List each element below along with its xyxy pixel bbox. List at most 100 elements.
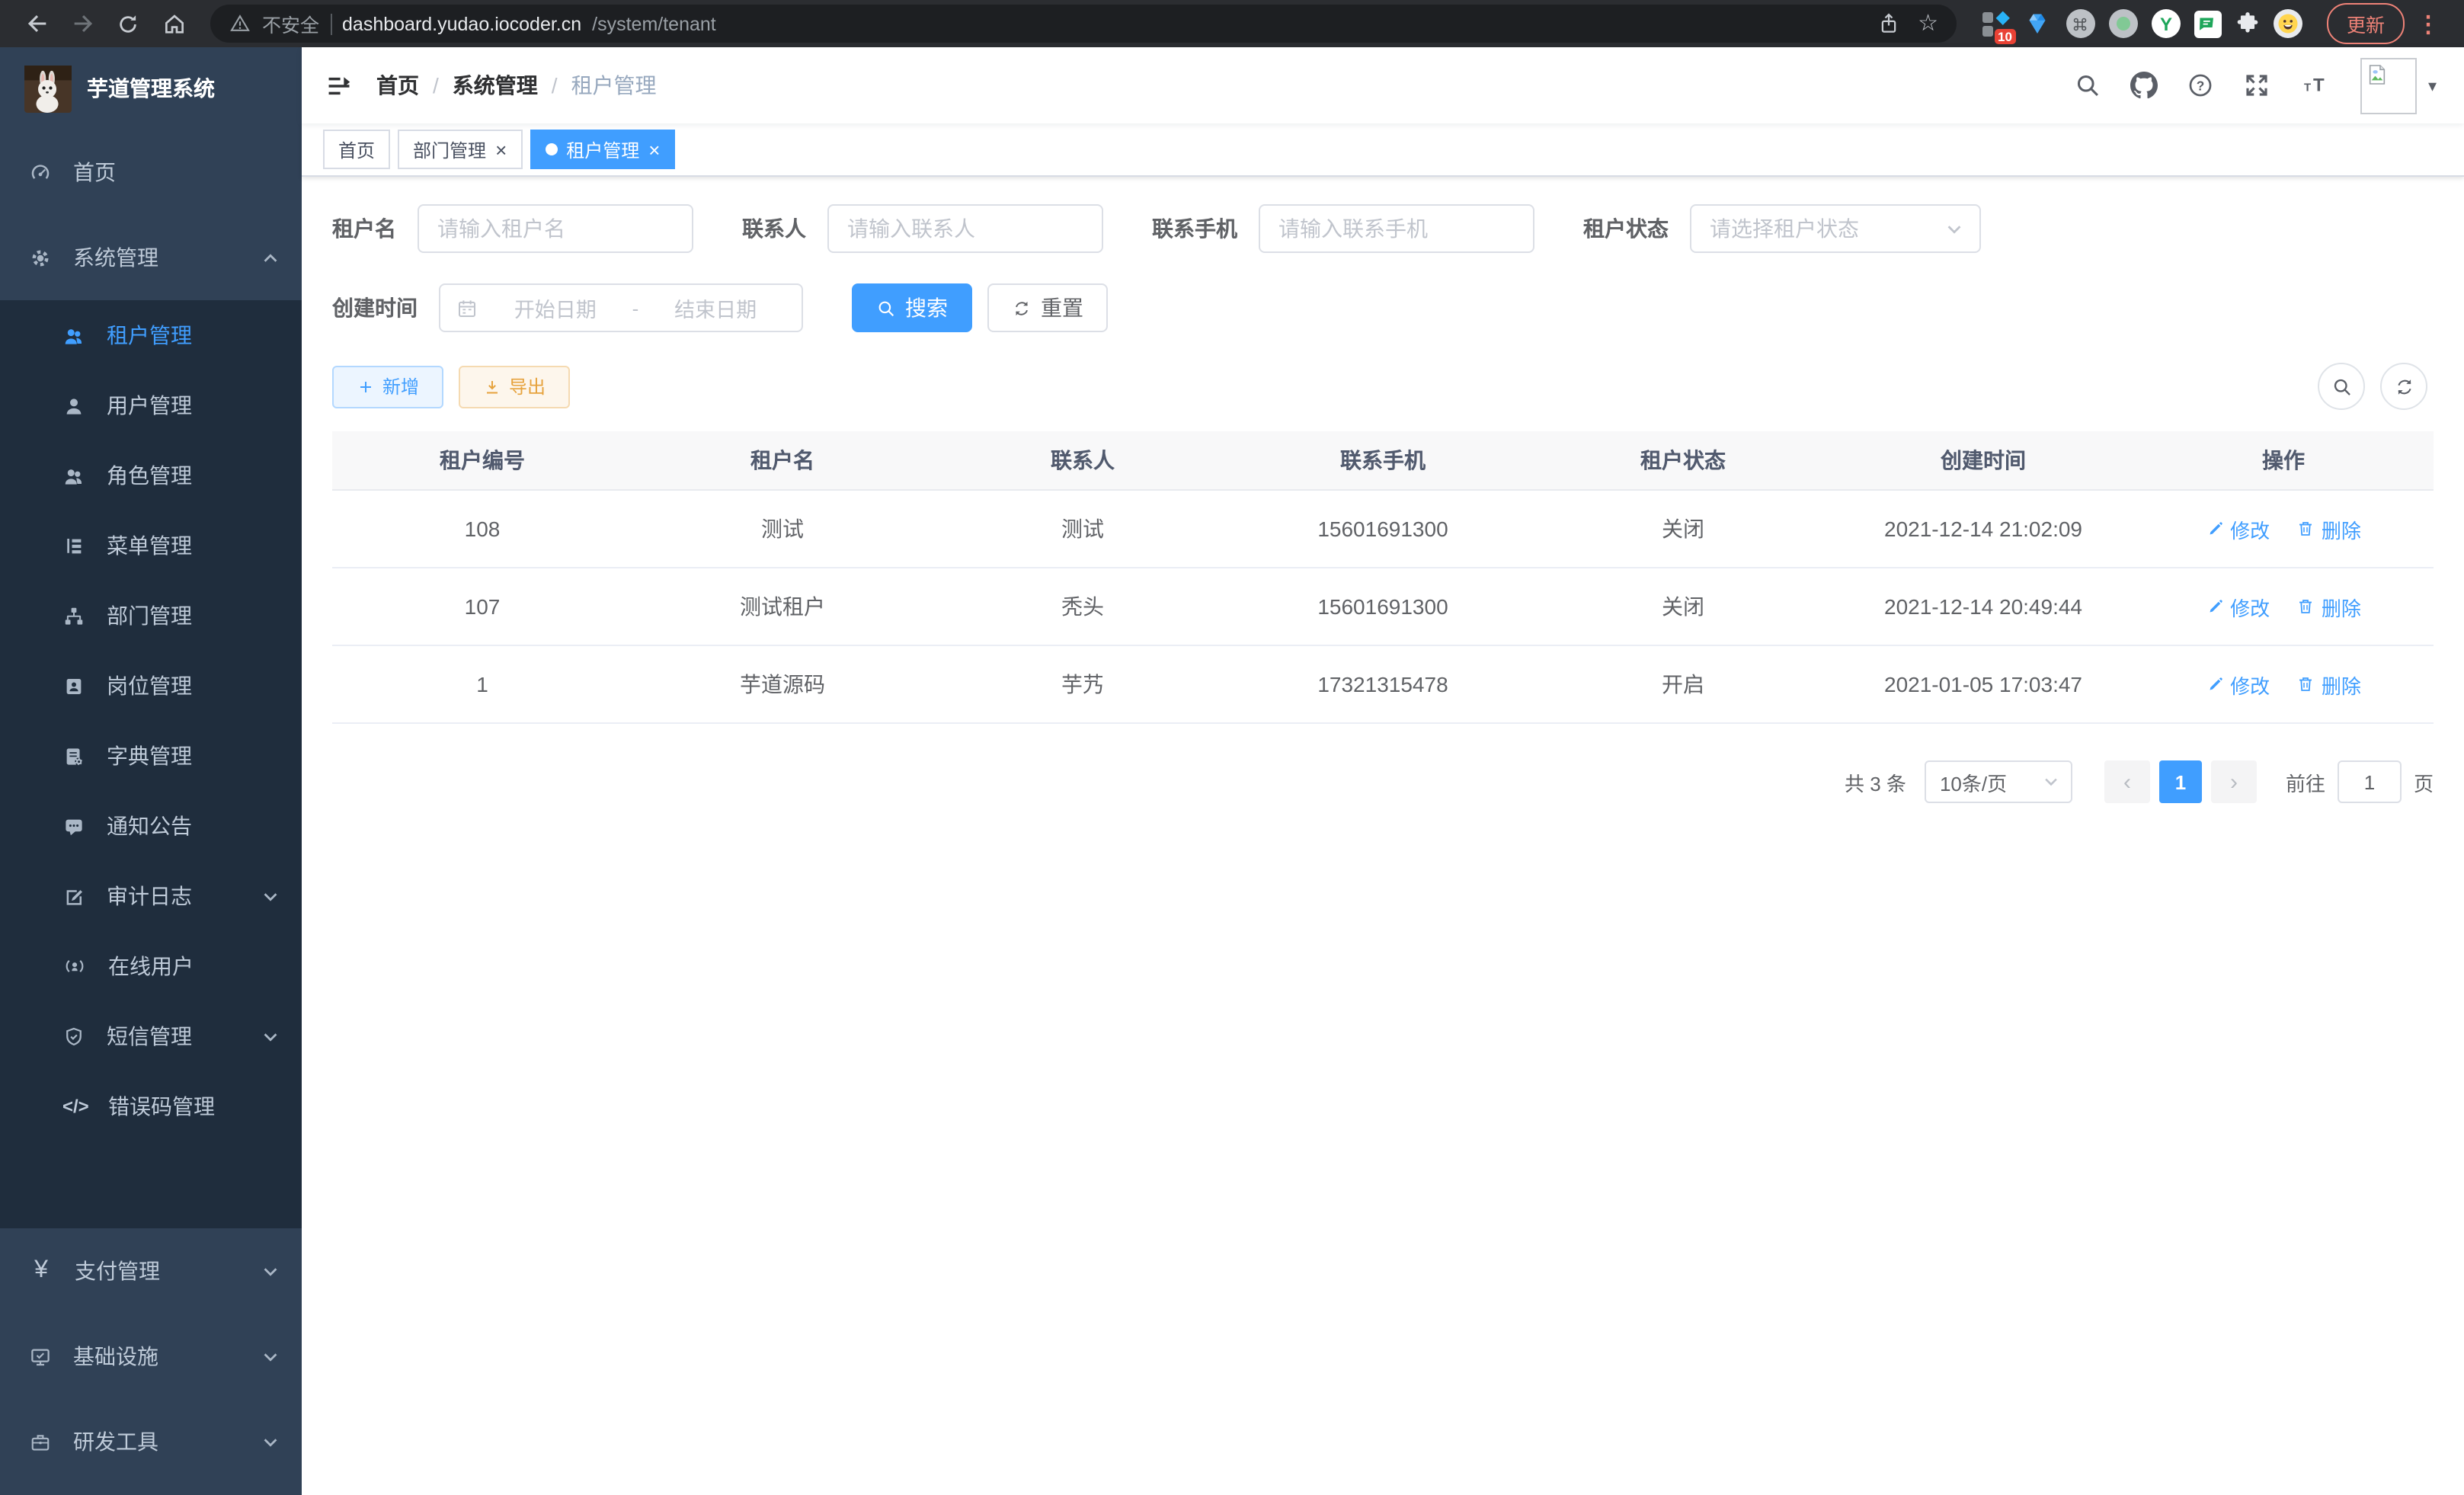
status-select[interactable]: 请选择租户状态 xyxy=(1690,204,1981,253)
sidebar-item-home[interactable]: 首页 xyxy=(0,130,302,215)
sidebar-item-label: 岗位管理 xyxy=(107,671,192,701)
page-content: 租户名 联系人 联系手机 租户状态 请选择租户状态 xyxy=(302,177,2464,1495)
page-size-select[interactable]: 10条/页 xyxy=(1925,760,2072,803)
sidebar-collapse-icon[interactable] xyxy=(302,47,376,123)
sidebar-item-menu[interactable]: 菜单管理 xyxy=(0,511,302,581)
extensions-area: ◆ 10 Y xyxy=(1972,9,2312,38)
extension-chat-icon[interactable] xyxy=(2194,10,2222,37)
share-icon[interactable] xyxy=(1877,12,1899,35)
header-search-icon[interactable] xyxy=(2075,72,2102,99)
cell-tenant-id: 107 xyxy=(332,568,632,645)
github-icon[interactable] xyxy=(2131,72,2158,99)
extension-command-icon[interactable] xyxy=(2066,9,2095,38)
extension-recorder-icon[interactable] xyxy=(2109,9,2138,38)
toggle-search-button[interactable] xyxy=(2318,363,2365,410)
sidebar-item-dev-tools[interactable]: 研发工具 xyxy=(0,1399,302,1484)
tenant-name-input[interactable] xyxy=(418,204,693,253)
tab-label: 部门管理 xyxy=(413,136,486,162)
extension-y-icon[interactable]: Y xyxy=(2152,9,2181,38)
sidebar-item-system[interactable]: 系统管理 xyxy=(0,215,302,300)
browser-home-button[interactable] xyxy=(152,4,195,43)
delete-link[interactable]: 删除 xyxy=(2297,670,2361,699)
calendar-icon xyxy=(456,296,478,319)
omnibox-divider xyxy=(330,13,331,34)
cell-operations: 修改 删除 xyxy=(2133,568,2434,645)
extension-tabs-icon[interactable]: ◆ 10 xyxy=(1981,9,2010,38)
sidebar-item-infra[interactable]: 基础设施 xyxy=(0,1314,302,1399)
chevron-down-icon xyxy=(261,886,280,906)
close-icon[interactable]: × xyxy=(648,139,660,159)
page-number-1[interactable]: 1 xyxy=(2159,760,2202,803)
security-label[interactable]: 不安全 xyxy=(262,9,319,38)
sidebar-item-sms[interactable]: 短信管理 xyxy=(0,1001,302,1071)
sidebar-item-online-users[interactable]: 在线用户 xyxy=(0,931,302,1001)
sidebar-item-tenant[interactable]: 租户管理 xyxy=(0,300,302,370)
sidebar-item-audit-log[interactable]: 审计日志 xyxy=(0,861,302,931)
sidebar-item-error-code[interactable]: </> 错误码管理 xyxy=(0,1071,302,1141)
start-date-placeholder: 开始日期 xyxy=(485,293,626,323)
address-bar[interactable]: 不安全 dashboard.yudao.iocoder.cn /system/t… xyxy=(210,5,1957,43)
export-button[interactable]: 导出 xyxy=(459,365,570,408)
user-avatar-dropdown[interactable]: ▾ xyxy=(2361,57,2437,114)
sidebar-item-label: 部门管理 xyxy=(107,600,192,631)
sidebar-item-user[interactable]: 用户管理 xyxy=(0,370,302,440)
sidebar-item-payment[interactable]: ¥ 支付管理 xyxy=(0,1228,302,1314)
tab-tenant[interactable]: 租户管理 × xyxy=(530,130,675,169)
range-separator: - xyxy=(632,296,639,319)
tab-dept[interactable]: 部门管理 × xyxy=(398,130,522,169)
browser-reload-button[interactable] xyxy=(107,4,149,43)
delete-link[interactable]: 删除 xyxy=(2297,514,2361,543)
reset-button[interactable]: 重置 xyxy=(987,283,1108,332)
date-range-picker[interactable]: 开始日期 - 结束日期 xyxy=(439,283,803,332)
sidebar-item-dept[interactable]: 部门管理 xyxy=(0,581,302,651)
add-button[interactable]: 新增 xyxy=(332,365,443,408)
sidebar-item-role[interactable]: 角色管理 xyxy=(0,440,302,511)
app-logo[interactable]: 芋道管理系统 xyxy=(0,47,302,130)
close-icon[interactable]: × xyxy=(495,139,507,159)
phone-input[interactable] xyxy=(1259,204,1534,253)
delete-link[interactable]: 删除 xyxy=(2297,592,2361,621)
sidebar-item-post[interactable]: 岗位管理 xyxy=(0,651,302,721)
help-icon[interactable] xyxy=(2187,72,2215,99)
diamond-icon: ◆ xyxy=(1996,8,2010,26)
tab-home[interactable]: 首页 xyxy=(323,130,390,169)
end-date-placeholder: 结束日期 xyxy=(645,293,786,323)
sidebar-item-notice[interactable]: 通知公告 xyxy=(0,791,302,861)
edit-link[interactable]: 修改 xyxy=(2206,592,2270,621)
avatar-broken-image[interactable] xyxy=(2361,57,2418,114)
browser-menu-icon[interactable]: ⋮ xyxy=(2408,10,2449,37)
app-title: 芋道管理系统 xyxy=(87,73,215,104)
search-button[interactable]: 搜索 xyxy=(852,283,972,332)
breadcrumb-system[interactable]: 系统管理 xyxy=(453,70,538,101)
sidebar-item-label: 角色管理 xyxy=(107,460,192,491)
cell-status: 关闭 xyxy=(1533,568,1833,645)
prev-page-button[interactable]: ‹ xyxy=(2104,760,2150,803)
trash-icon xyxy=(2297,675,2315,693)
status-label: 租户状态 xyxy=(1583,213,1669,244)
sidebar-item-dict[interactable]: 字典管理 xyxy=(0,721,302,791)
profile-avatar[interactable] xyxy=(2274,9,2302,38)
column-header: 联系手机 xyxy=(1233,431,1533,490)
goto-page-input[interactable] xyxy=(2338,760,2402,803)
refresh-table-button[interactable] xyxy=(2380,363,2427,410)
tab-label: 首页 xyxy=(338,136,375,162)
font-size-icon[interactable] xyxy=(2300,72,2332,99)
gear-icon xyxy=(29,246,52,269)
contact-input[interactable] xyxy=(827,204,1103,253)
add-button-label: 新增 xyxy=(382,373,419,399)
edit-link[interactable]: 修改 xyxy=(2206,670,2270,699)
bookmark-star-icon[interactable]: ☆ xyxy=(1918,12,1938,35)
browser-back-button[interactable] xyxy=(15,4,58,43)
sidebar-item-label: 错误码管理 xyxy=(108,1091,215,1122)
browser-forward-button[interactable] xyxy=(61,4,104,43)
chrome-update-button[interactable]: 更新 xyxy=(2327,3,2405,44)
next-page-button[interactable]: › xyxy=(2211,760,2257,803)
total-count: 共 3 条 xyxy=(1845,767,1906,796)
breadcrumb: 首页 / 系统管理 / 租户管理 xyxy=(376,70,657,101)
edit-link[interactable]: 修改 xyxy=(2206,514,2270,543)
extension-balloon-icon[interactable] xyxy=(2024,9,2053,38)
tenant-name-label: 租户名 xyxy=(332,213,396,244)
extensions-puzzle-icon[interactable] xyxy=(2235,10,2260,37)
fullscreen-icon[interactable] xyxy=(2244,72,2271,99)
breadcrumb-home[interactable]: 首页 xyxy=(376,70,419,101)
